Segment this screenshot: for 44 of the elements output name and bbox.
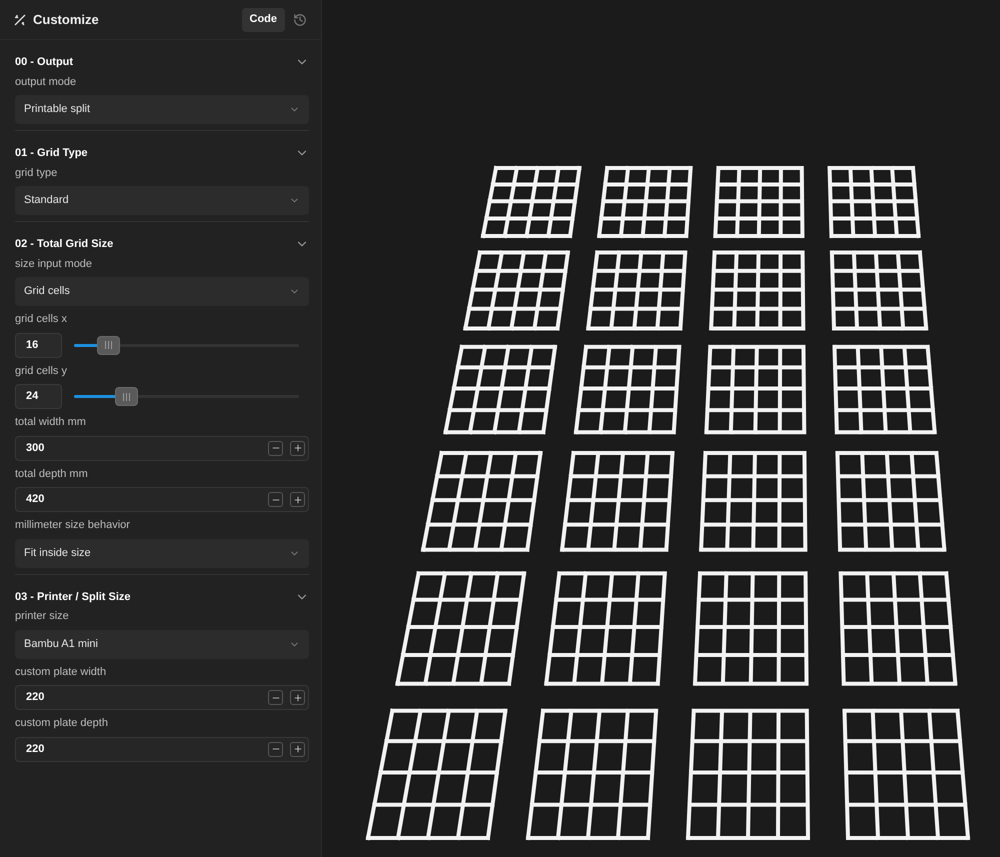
minus-button[interactable] xyxy=(268,690,283,705)
field-label: output mode xyxy=(15,74,78,90)
field-label: printer size xyxy=(15,609,70,624)
plus-button[interactable] xyxy=(290,742,305,756)
minus-button[interactable] xyxy=(268,742,283,756)
slider-thumb[interactable] xyxy=(96,336,120,354)
field-label: total depth mm xyxy=(15,466,89,482)
panel-title: Customize xyxy=(33,10,99,29)
code-button[interactable]: Code xyxy=(242,8,285,32)
plus-icon xyxy=(292,443,302,453)
select-dropdown[interactable]: Bambu A1 mini xyxy=(15,630,309,658)
section-title[interactable]: 02 - Total Grid Size xyxy=(15,236,114,252)
number-input[interactable]: 24 xyxy=(15,384,62,409)
field-label: grid cells x xyxy=(15,312,68,327)
field-label: custom plate width xyxy=(15,664,108,680)
plus-icon xyxy=(292,692,302,702)
plus-icon xyxy=(292,744,302,754)
plus-icon xyxy=(292,494,302,504)
minus-button[interactable] xyxy=(268,440,283,456)
number-input[interactable]: 220 xyxy=(15,685,309,710)
magic-wand-icon xyxy=(14,14,26,26)
select-dropdown[interactable]: Printable split xyxy=(15,95,309,124)
plus-button[interactable] xyxy=(290,440,305,456)
section-title[interactable]: 01 - Grid Type xyxy=(15,145,88,162)
select-dropdown[interactable]: Grid cells xyxy=(15,277,309,306)
field-label: grid cells y xyxy=(15,364,68,378)
minus-button[interactable] xyxy=(268,492,283,507)
field-label: grid type xyxy=(15,166,58,180)
number-input[interactable]: 420 xyxy=(15,487,309,512)
field-label: size input mode xyxy=(15,256,94,272)
number-input[interactable]: 300 xyxy=(15,436,309,460)
plus-button[interactable] xyxy=(290,492,305,507)
field-label: millimeter size behavior xyxy=(15,518,131,533)
plus-button[interactable] xyxy=(290,690,305,705)
slider-thumb[interactable] xyxy=(114,387,138,406)
field-label: custom plate depth xyxy=(15,716,109,731)
number-input[interactable]: 16 xyxy=(15,332,62,358)
select-dropdown[interactable]: Standard xyxy=(15,186,309,215)
section-title[interactable]: 03 - Printer / Split Size xyxy=(15,588,131,605)
select-dropdown[interactable]: Fit inside size xyxy=(15,538,309,568)
section-title[interactable]: 00 - Output xyxy=(15,54,74,70)
field-label: total width mm xyxy=(15,415,87,430)
history-icon[interactable] xyxy=(293,12,307,26)
number-input[interactable]: 220 xyxy=(15,736,309,762)
